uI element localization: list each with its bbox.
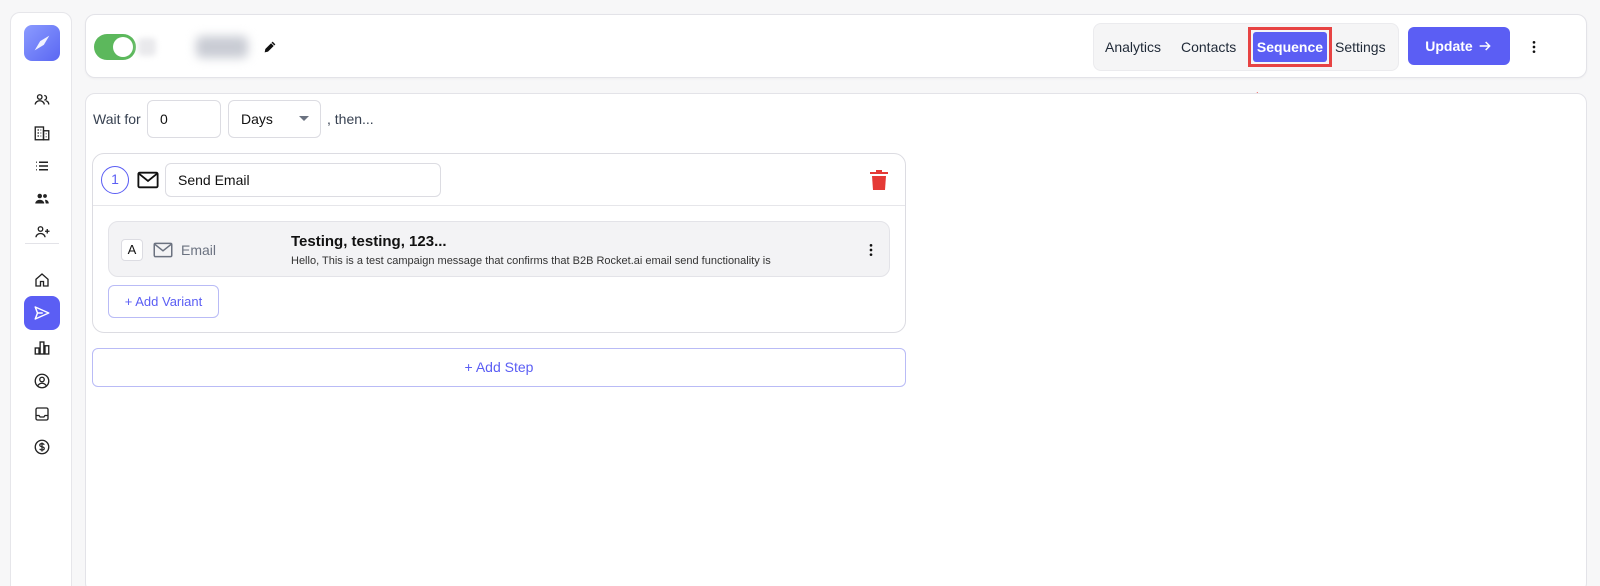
add-step-button[interactable]: + Add Step	[92, 348, 906, 387]
sidebar-item-team[interactable]	[24, 184, 60, 214]
sidebar	[10, 12, 72, 586]
bar-chart-icon	[34, 341, 50, 355]
variant-more-button[interactable]	[861, 240, 881, 260]
more-options-button[interactable]	[1522, 35, 1546, 59]
tab-settings[interactable]: Settings	[1335, 36, 1386, 58]
people-icon	[35, 193, 49, 204]
tab-sequence-label: Sequence	[1253, 32, 1327, 62]
sidebar-item-account[interactable]	[24, 366, 60, 396]
send-icon	[34, 306, 50, 320]
variant-type: Email	[181, 242, 217, 258]
update-button-label: Update	[1425, 38, 1473, 54]
campaign-tabs: Analytics Contacts Sequence Settings	[1093, 23, 1399, 71]
wait-duration-input[interactable]: 0	[147, 100, 221, 138]
building-icon	[34, 126, 50, 141]
wait-unit-select[interactable]: Days	[228, 100, 321, 138]
step-header: 1 Send Email	[93, 154, 905, 206]
home-icon	[35, 273, 49, 287]
variant-preview: Hello, This is a test campaign message t…	[291, 255, 771, 267]
step-name-input[interactable]: Send Email	[165, 163, 441, 197]
campaign-header: Analytics Contacts Sequence Settings Upd…	[85, 14, 1587, 78]
then-label: , then...	[327, 111, 374, 127]
tab-analytics[interactable]: Analytics	[1105, 36, 1161, 58]
trash-icon[interactable]	[869, 169, 889, 191]
sidebar-divider	[25, 243, 59, 244]
mail-icon	[153, 242, 173, 258]
list-icon	[36, 161, 48, 171]
rocket-logo-icon	[34, 35, 50, 51]
update-button[interactable]: Update	[1408, 27, 1510, 65]
sequence-panel: Wait for 0 Days , then... 1 Send Email A…	[85, 93, 1587, 586]
sidebar-item-inbox[interactable]	[24, 399, 60, 429]
wait-unit-value: Days	[241, 111, 273, 127]
caret-down-icon	[299, 116, 309, 121]
more-vert-icon	[869, 244, 873, 256]
tab-contacts[interactable]: Contacts	[1181, 36, 1236, 58]
more-vert-icon	[1532, 41, 1536, 53]
tab-sequence[interactable]: Sequence	[1248, 27, 1332, 67]
account-circle-icon	[34, 373, 50, 389]
redacted-campaign-name	[196, 36, 248, 58]
variant-subject: Testing, testing, 123...	[291, 233, 447, 250]
sidebar-item-campaigns[interactable]	[24, 296, 60, 330]
dollar-icon	[34, 439, 50, 455]
sidebar-item-lists[interactable]	[24, 151, 60, 181]
wait-label: Wait for	[93, 111, 141, 127]
sidebar-item-billing[interactable]	[24, 432, 60, 462]
arrow-right-icon	[1479, 41, 1491, 51]
add-variant-button[interactable]: + Add Variant	[108, 285, 219, 318]
person-add-icon	[35, 226, 50, 238]
sidebar-item-contacts[interactable]	[24, 85, 60, 115]
step-number: 1	[101, 166, 129, 194]
people-icon	[34, 94, 50, 105]
pencil-icon	[264, 41, 276, 53]
email-variant[interactable]: A Email Testing, testing, 123... Hello, …	[108, 221, 890, 277]
toggle-knob	[113, 37, 133, 57]
campaign-active-toggle[interactable]	[94, 34, 136, 60]
edit-name-button[interactable]	[260, 37, 280, 57]
redacted-text	[138, 38, 156, 56]
sidebar-item-analytics[interactable]	[24, 333, 60, 363]
app-logo[interactable]	[24, 25, 60, 61]
sidebar-item-companies[interactable]	[24, 118, 60, 148]
variant-letter: A	[121, 239, 143, 261]
sidebar-item-home[interactable]	[24, 265, 60, 295]
inbox-icon	[35, 407, 49, 421]
mail-icon	[137, 171, 159, 189]
sequence-step: 1 Send Email A Email Testing, testing, 1…	[92, 153, 906, 333]
